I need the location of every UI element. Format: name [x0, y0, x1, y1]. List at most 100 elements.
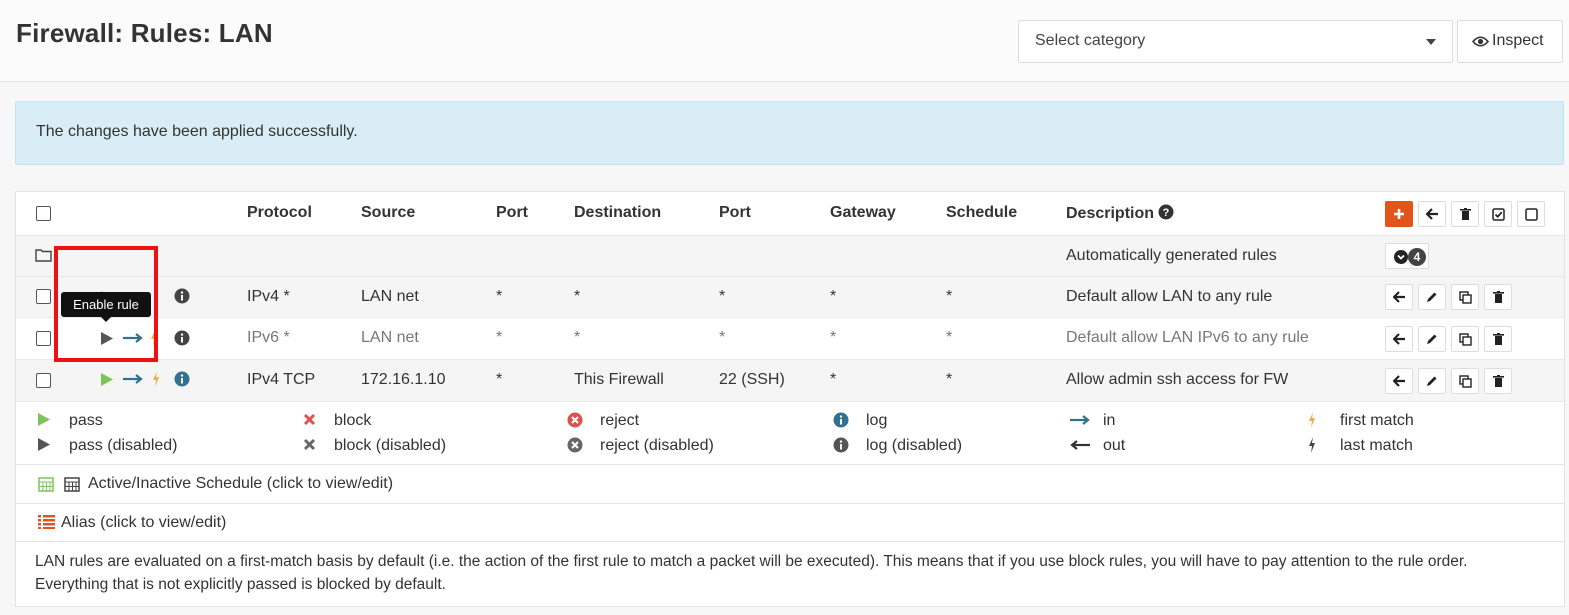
col-schedule: Schedule: [946, 204, 1018, 221]
row-checkbox[interactable]: [36, 373, 51, 388]
edit-rule-button[interactable]: [1418, 368, 1446, 394]
alias-legend-label: Alias (click to view/edit): [61, 514, 227, 531]
plus-icon: [1394, 209, 1404, 219]
inspect-label: Inspect: [1492, 32, 1544, 49]
add-rule-button[interactable]: [1385, 201, 1413, 227]
calendar-active-icon: [38, 477, 54, 492]
rules-info-note: LAN rules are evaluated on a first-match…: [16, 542, 1564, 606]
folder-icon: [35, 249, 52, 262]
clone-rule-button[interactable]: [1451, 284, 1479, 310]
info-icon[interactable]: [174, 371, 190, 387]
lightning-icon: [1309, 412, 1315, 428]
clone-rule-button[interactable]: [1451, 326, 1479, 352]
trash-icon: [1492, 291, 1504, 303]
highlight-box: [54, 246, 158, 362]
clone-rule-button[interactable]: [1451, 368, 1479, 394]
delete-rule-button[interactable]: [1484, 326, 1512, 352]
page-title: Firewall: Rules: LAN: [16, 18, 273, 48]
disable-selected-button[interactable]: [1517, 201, 1545, 227]
delete-rule-button[interactable]: [1484, 368, 1512, 394]
log-icon: [833, 412, 849, 428]
success-alert: The changes have been applied successful…: [15, 101, 1564, 165]
rule-description: Default allow LAN IPv6 to any rule: [1066, 329, 1309, 346]
rule-description: Default allow LAN to any rule: [1066, 288, 1273, 305]
schedule-legend[interactable]: Active/Inactive Schedule (click to view/…: [16, 465, 1564, 504]
rule-port: *: [496, 288, 503, 305]
move-before-button[interactable]: [1385, 368, 1413, 394]
col-protocol: Protocol: [247, 204, 312, 221]
col-description: Description ?: [1066, 204, 1174, 223]
category-select[interactable]: Select category: [1018, 20, 1453, 63]
col-description-label: Description: [1066, 205, 1155, 222]
rules-table: Protocol Source Port Destination Port Ga…: [15, 191, 1565, 607]
edit-rule-button[interactable]: [1418, 326, 1446, 352]
col-dest-port: Port: [719, 204, 751, 221]
legend-last-match: last match: [1340, 437, 1413, 454]
inspect-button[interactable]: Inspect: [1457, 20, 1563, 63]
auto-rules-group[interactable]: Automatically generated rules 4: [16, 236, 1564, 277]
rule-destination: This Firewall: [574, 371, 664, 388]
legend-block-disabled: block (disabled): [334, 437, 447, 454]
clone-icon: [1458, 332, 1472, 346]
row-checkbox[interactable]: [36, 289, 51, 304]
legend-reject-disabled: reject (disabled): [600, 437, 714, 454]
arrow-left-icon: [1392, 291, 1405, 303]
log-disabled-icon: [833, 437, 849, 453]
calendar-inactive-icon: [64, 477, 80, 492]
select-all-checkbox[interactable]: [36, 206, 51, 221]
auto-rules-label: Automatically generated rules: [1066, 247, 1277, 264]
legend-pass: pass: [69, 412, 103, 429]
row-checkbox[interactable]: [36, 331, 51, 346]
table-row: IPv4 TCP 172.16.1.10 * This Firewall 22 …: [16, 360, 1564, 402]
rule-description: Allow admin ssh access for FW: [1066, 371, 1289, 388]
block-icon: [303, 413, 316, 426]
pencil-icon: [1427, 292, 1437, 302]
legend-in: in: [1103, 412, 1116, 429]
legend-first-match: first match: [1340, 412, 1414, 429]
enable-selected-button[interactable]: [1484, 201, 1512, 227]
pencil-icon: [1427, 334, 1437, 344]
rule-port: *: [496, 371, 503, 388]
table-row: IPv6 * LAN net * * * * * Default allow L…: [16, 318, 1564, 360]
rule-protocol: IPv4 TCP: [247, 371, 316, 388]
trash-icon: [1459, 208, 1471, 220]
info-icon[interactable]: [174, 330, 190, 346]
auto-rules-count: 4: [1408, 248, 1426, 266]
direction-in-icon: [123, 374, 143, 384]
direction-in-icon: [1070, 415, 1090, 425]
category-select-value: Select category: [1035, 32, 1146, 49]
chevron-down-icon: [1426, 39, 1436, 45]
legend-log: log: [866, 412, 888, 429]
col-source: Source: [361, 204, 416, 221]
move-before-button[interactable]: [1385, 284, 1413, 310]
expand-auto-rules-button[interactable]: 4: [1385, 243, 1429, 269]
move-before-button[interactable]: [1385, 326, 1413, 352]
delete-rule-button[interactable]: [1484, 284, 1512, 310]
rule-schedule: *: [946, 288, 953, 305]
info-icon[interactable]: [174, 288, 190, 304]
alias-legend[interactable]: Alias (click to view/edit): [16, 504, 1564, 542]
col-gateway: Gateway: [830, 204, 896, 221]
rule-protocol: IPv4 *: [247, 288, 290, 305]
delete-selected-button[interactable]: [1451, 201, 1479, 227]
chevron-circle-down-icon: [1394, 250, 1408, 264]
rule-dest-port: 22 (SSH): [719, 371, 785, 388]
rule-dest-port: *: [719, 329, 726, 346]
table-row: IPv4 * LAN net * * * * * Default allow L…: [16, 277, 1564, 318]
rule-schedule: *: [946, 329, 953, 346]
pencil-icon: [1427, 376, 1437, 386]
rule-source: LAN net: [361, 329, 419, 346]
legend: pass pass (disabled) block block (disabl…: [16, 402, 1564, 465]
rule-gateway: *: [830, 288, 837, 305]
block-disabled-icon: [303, 438, 316, 451]
list-icon: [38, 515, 55, 529]
help-icon[interactable]: ?: [1158, 204, 1174, 220]
direction-out-icon: [1070, 440, 1090, 450]
rule-gateway: *: [830, 329, 837, 346]
move-selected-button[interactable]: [1418, 201, 1446, 227]
square-icon: [1524, 207, 1538, 221]
eye-icon: [1471, 36, 1490, 47]
trash-icon: [1492, 375, 1504, 387]
edit-rule-button[interactable]: [1418, 284, 1446, 310]
pass-icon[interactable]: [100, 372, 114, 387]
